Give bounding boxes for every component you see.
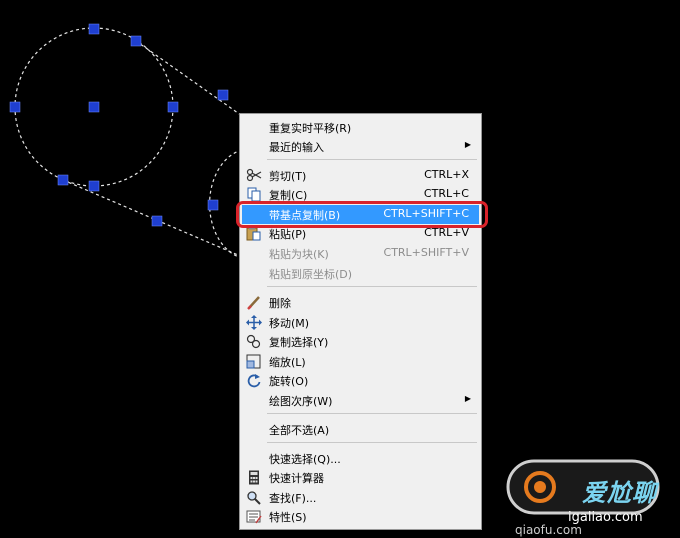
menu-item-move[interactable]: 移动(M)	[242, 313, 479, 332]
menu-item-label: 快速计算器	[269, 472, 324, 485]
calculator-icon	[246, 470, 262, 485]
grip[interactable]	[88, 23, 100, 35]
grip[interactable]	[151, 215, 163, 227]
menu-item-label: 查找(F)...	[269, 492, 317, 505]
grip[interactable]	[167, 101, 179, 113]
find-icon	[246, 490, 262, 505]
watermark: 爱尬聊 igaliao.com qiaofu.com	[500, 455, 680, 538]
scale-icon	[246, 354, 262, 369]
menu-separator	[267, 159, 477, 160]
menu-item-delete[interactable]: 删除	[242, 293, 479, 312]
menu-item-paste-as-block[interactable]: 粘贴为块(K) CTRL+SHIFT+V	[242, 244, 479, 263]
menu-item-shortcut: CTRL+SHIFT+V	[383, 246, 469, 259]
menu-item-label: 重复实时平移(R)	[269, 122, 352, 135]
watermark-subsite: qiaofu.com	[515, 523, 582, 537]
menu-item-scale[interactable]: 缩放(L)	[242, 352, 479, 371]
menu-item-label: 缩放(L)	[269, 356, 306, 369]
properties-icon	[246, 509, 262, 524]
submenu-arrow-icon: ▶	[464, 140, 471, 149]
menu-item-properties[interactable]: 特性(S)	[242, 507, 479, 526]
menu-item-label: 绘图次序(W)	[269, 395, 333, 408]
menu-item-deselect-all[interactable]: 全部不选(A)	[242, 420, 479, 439]
grip[interactable]	[217, 89, 229, 101]
menu-item-recent-input[interactable]: 最近的输入 ▶	[242, 137, 479, 156]
menu-item-find[interactable]: 查找(F)...	[242, 488, 479, 507]
menu-item-cut[interactable]: 剪切(T) CTRL+X	[242, 166, 479, 185]
move-icon	[246, 315, 262, 330]
submenu-arrow-icon: ▶	[464, 394, 471, 403]
copy-select-icon	[246, 334, 262, 349]
menu-item-label: 粘贴为块(K)	[269, 248, 329, 261]
menu-item-draw-order[interactable]: 绘图次序(W) ▶	[242, 391, 479, 410]
tangent-line-top[interactable]	[135, 40, 246, 119]
context-menu: 重复实时平移(R) 最近的输入 ▶ 剪切(T) CTRL+X 复制(C) CTR…	[239, 113, 482, 530]
menu-item-paste-original-coords[interactable]: 粘贴到原坐标(D)	[242, 264, 479, 283]
grip[interactable]	[130, 35, 142, 47]
paste-icon	[246, 226, 262, 241]
grip[interactable]	[88, 101, 100, 113]
menu-item-label: 粘贴到原坐标(D)	[269, 268, 353, 281]
menu-item-copy-select[interactable]: 复制选择(Y)	[242, 332, 479, 351]
menu-separator	[267, 413, 477, 414]
menu-item-label: 粘贴(P)	[269, 228, 307, 241]
menu-item-label: 最近的输入	[269, 141, 324, 154]
eraser-icon	[246, 295, 262, 310]
menu-item-label: 旋转(O)	[269, 375, 309, 388]
menu-item-quick-calculator[interactable]: 快速计算器	[242, 468, 479, 487]
menu-item-label: 复制选择(Y)	[269, 336, 329, 349]
grip[interactable]	[9, 101, 21, 113]
grip[interactable]	[88, 180, 100, 192]
menu-item-label: 全部不选(A)	[269, 424, 330, 437]
rotate-icon	[246, 373, 262, 388]
menu-item-label: 删除	[269, 297, 291, 310]
scissors-icon	[246, 168, 262, 183]
menu-item-shortcut: CTRL+C	[423, 187, 469, 200]
menu-item-rotate[interactable]: 旋转(O)	[242, 371, 479, 390]
grip[interactable]	[207, 199, 219, 211]
menu-separator	[267, 442, 477, 443]
copy-icon	[246, 187, 262, 202]
highlight-annotation-outline	[236, 201, 488, 228]
grip[interactable]	[57, 174, 69, 186]
grips[interactable]	[9, 23, 229, 227]
menu-item-label: 剪切(T)	[269, 170, 307, 183]
menu-separator	[267, 286, 477, 287]
watermark-brand: 爱尬聊	[582, 479, 657, 507]
menu-item-label: 特性(S)	[269, 511, 307, 524]
menu-item-quick-select[interactable]: 快速选择(Q)...	[242, 449, 479, 468]
menu-item-label: 移动(M)	[269, 317, 310, 330]
menu-item-shortcut: CTRL+X	[424, 168, 469, 181]
menu-item-label: 快速选择(Q)...	[269, 453, 341, 466]
menu-item-repeat-pan[interactable]: 重复实时平移(R)	[242, 118, 479, 137]
